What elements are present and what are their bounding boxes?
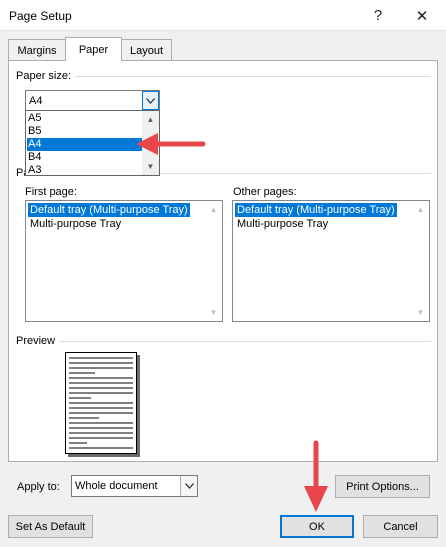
annotation-arrow-left-icon	[136, 133, 206, 155]
other-pages-item-default-tray[interactable]: Default tray (Multi-purpose Tray)	[235, 203, 397, 217]
preview-divider	[16, 341, 431, 342]
paper-size-label: Paper size:	[16, 70, 76, 82]
apply-to-label: Apply to:	[17, 481, 60, 493]
other-pages-listbox[interactable]: Default tray (Multi-purpose Tray) Multi-…	[232, 200, 430, 322]
tab-layout[interactable]: Layout	[121, 39, 172, 61]
paper-size-option-a4[interactable]: A4	[27, 138, 145, 151]
close-icon: ✕	[415, 7, 429, 25]
preview-label: Preview	[16, 335, 60, 347]
page-preview-thumbnail	[65, 352, 140, 457]
first-page-item-default-tray[interactable]: Default tray (Multi-purpose Tray)	[28, 203, 190, 217]
title-bar: Page Setup ? ✕	[0, 0, 446, 31]
scroll-down-icon[interactable]: ▼	[142, 158, 159, 175]
window-title: Page Setup	[9, 9, 72, 23]
first-page-item-multipurpose-tray[interactable]: Multi-purpose Tray	[28, 217, 123, 231]
apply-to-dropdown-button[interactable]	[180, 476, 197, 496]
tab-margins-label: Margins	[17, 44, 57, 57]
paper-size-combo[interactable]: A4	[25, 90, 160, 111]
apply-to-combo[interactable]: Whole document	[71, 475, 198, 497]
annotation-arrow-down-icon	[304, 440, 328, 512]
apply-to-value: Whole document	[75, 480, 158, 492]
scroll-down-icon[interactable]: ▼	[205, 304, 222, 321]
scroll-up-icon[interactable]: ▲	[142, 111, 159, 128]
scroll-up-icon[interactable]: ▲	[205, 201, 222, 218]
tab-paper[interactable]: Paper	[65, 37, 122, 61]
tab-margins[interactable]: Margins	[8, 39, 66, 61]
first-page-scrollbar[interactable]: ▲ ▼	[205, 201, 222, 321]
paper-size-dropdown-button[interactable]	[142, 91, 159, 110]
paper-size-option-b5[interactable]: B5	[27, 125, 145, 138]
tab-paper-label: Paper	[78, 43, 109, 56]
chevron-down-icon	[184, 483, 194, 489]
cancel-button[interactable]: Cancel	[363, 515, 438, 538]
close-button[interactable]: ✕	[400, 0, 444, 31]
first-page-listbox[interactable]: Default tray (Multi-purpose Tray) Multi-…	[25, 200, 223, 322]
paper-size-option-b4[interactable]: B4	[27, 151, 145, 164]
scroll-up-icon[interactable]: ▲	[412, 201, 429, 218]
help-button[interactable]: ?	[356, 0, 400, 31]
paper-size-option-a5[interactable]: A5	[27, 112, 145, 125]
other-pages-item-multipurpose-tray[interactable]: Multi-purpose Tray	[235, 217, 330, 231]
paper-size-value: A4	[29, 94, 43, 107]
scroll-down-icon[interactable]: ▼	[412, 304, 429, 321]
first-page-label: First page:	[25, 186, 77, 198]
ok-button[interactable]: OK	[280, 515, 354, 538]
tab-layout-label: Layout	[129, 44, 164, 57]
paper-size-divider	[16, 76, 431, 77]
set-as-default-button[interactable]: Set As Default	[8, 515, 93, 538]
other-pages-scrollbar[interactable]: ▲ ▼	[412, 201, 429, 321]
other-pages-label: Other pages:	[233, 186, 297, 198]
paper-size-option-a3[interactable]: A3	[27, 164, 145, 177]
chevron-down-icon	[146, 97, 155, 104]
print-options-button[interactable]: Print Options...	[335, 475, 430, 498]
